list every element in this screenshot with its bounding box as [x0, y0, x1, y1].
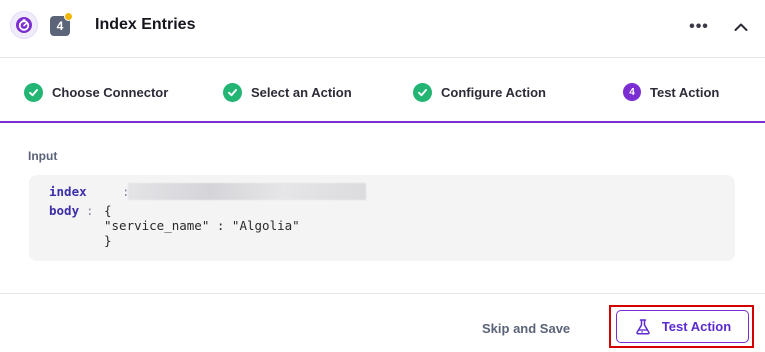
notification-dot [64, 12, 73, 21]
step-test-action[interactable]: 4 Test Action [623, 82, 719, 102]
body-open-brace: { [104, 203, 112, 218]
input-preview-box: index : body : { "service_name" : "Algol… [29, 175, 735, 261]
step-configure-action[interactable]: Configure Action [413, 82, 546, 102]
step-label: Choose Connector [52, 84, 169, 100]
flask-icon [636, 318, 650, 335]
test-action-label: Test Action [661, 319, 732, 334]
body-close-brace: } [104, 233, 112, 248]
skip-and-save-button[interactable]: Skip and Save [482, 318, 570, 338]
step-choose-connector[interactable]: Choose Connector [24, 82, 168, 102]
step-progress-bar: Choose Connector Select an Action Config… [0, 58, 765, 123]
check-circle-icon [413, 82, 432, 102]
more-options-button[interactable]: ••• [686, 15, 712, 39]
check-circle-icon [24, 82, 43, 102]
redacted-value [128, 183, 366, 200]
card-header: 4 Index Entries ••• [0, 0, 765, 58]
field-key-body: body [49, 203, 80, 218]
app-logo-icon [10, 11, 38, 39]
step-select-action[interactable]: Select an Action [223, 82, 352, 102]
step-label: Select an Action [251, 84, 352, 100]
field-key-index: index [49, 184, 87, 199]
input-section-label: Input [28, 149, 58, 163]
step-label: Test Action [650, 84, 720, 100]
step-number-icon: 4 [623, 83, 641, 101]
body-service-name-line: "service_name" : "Algolia" [104, 218, 300, 233]
action-card: 4 Index Entries ••• Choose Connector Sel… [0, 0, 765, 352]
collapse-button[interactable] [728, 15, 754, 39]
step-label: Configure Action [441, 84, 546, 100]
check-circle-icon [223, 82, 242, 102]
page-title: Index Entries [95, 16, 196, 33]
card-footer: Skip and Save Test Action [0, 293, 765, 352]
chevron-up-icon [734, 23, 748, 31]
test-action-button[interactable]: Test Action [616, 310, 749, 343]
field-separator: : [86, 203, 94, 218]
